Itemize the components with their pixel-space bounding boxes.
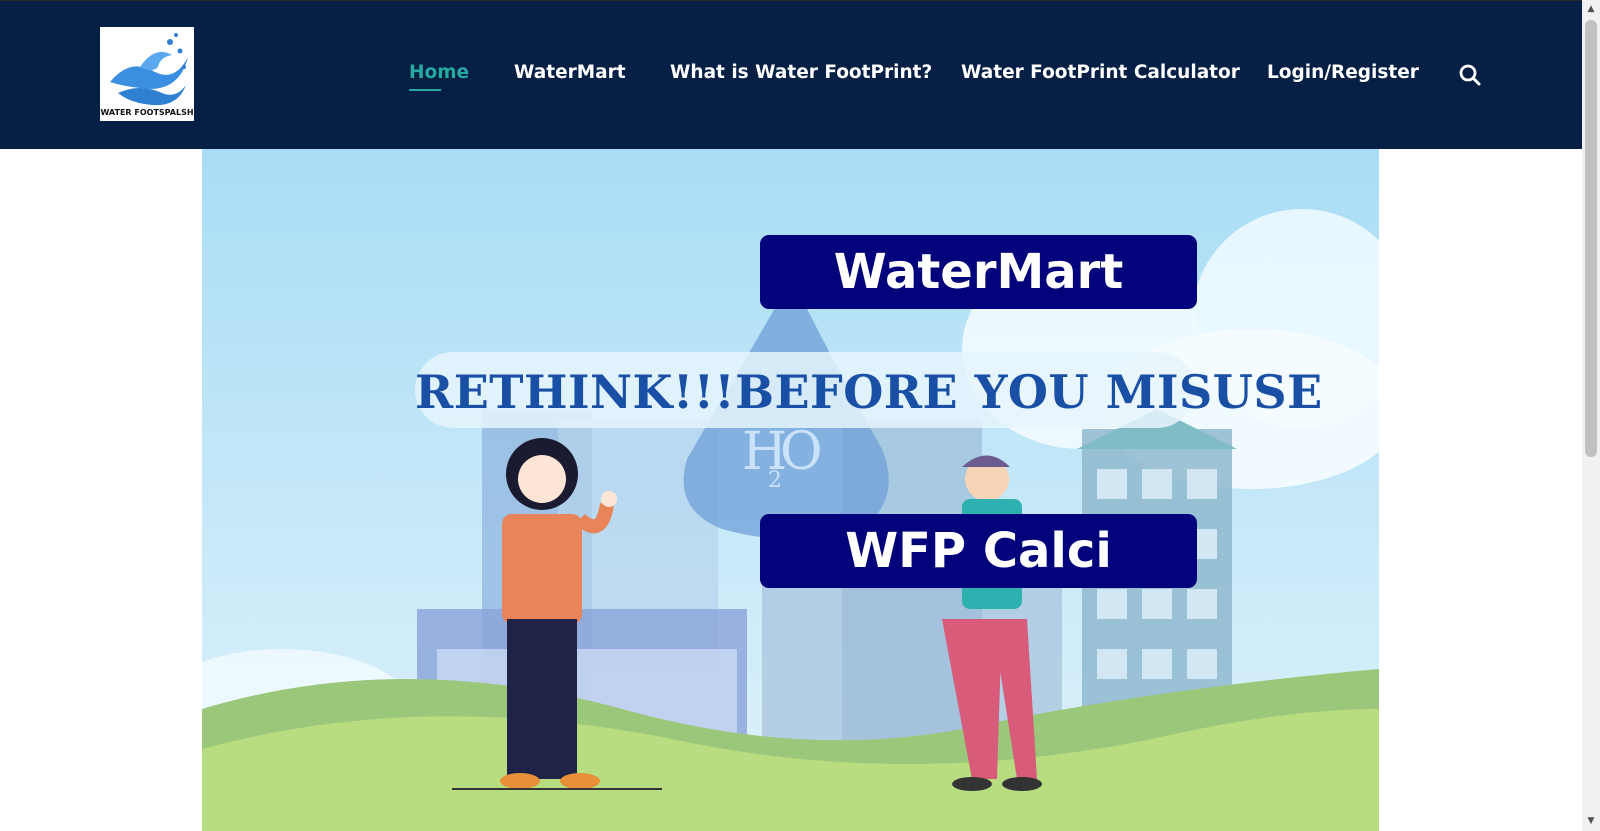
nav-watermart[interactable]: WaterMart: [514, 61, 626, 85]
nav-home[interactable]: Home: [409, 61, 469, 85]
wfp-calci-button[interactable]: WFP Calci: [760, 514, 1197, 588]
hero-tagline: RETHINK!!!BEFORE YOU MISUSE: [415, 365, 1323, 419]
watermart-button[interactable]: WaterMart: [760, 235, 1197, 309]
nav-login-register[interactable]: Login/Register: [1267, 61, 1419, 85]
hero-banner: H 2 O RETHINK!!!BEFORE YOU MISUSE WaterM…: [202, 149, 1379, 831]
search-icon: [1459, 64, 1481, 86]
scroll-up-arrow-icon[interactable]: ▲: [1586, 4, 1596, 14]
search-button[interactable]: [1458, 63, 1482, 87]
nav-water-footprint-calculator[interactable]: Water FootPrint Calculator: [961, 61, 1240, 85]
scroll-down-arrow-icon[interactable]: ▼: [1586, 816, 1596, 826]
scroll-thumb[interactable]: [1585, 20, 1597, 457]
site-logo[interactable]: WATER FOOTSPALSH: [100, 27, 194, 121]
active-underline: [409, 89, 441, 91]
top-navbar: WATER FOOTSPALSH Home WaterMart What is …: [0, 0, 1582, 149]
svg-text:O: O: [780, 422, 823, 482]
logo-text: WATER FOOTSPALSH: [100, 108, 194, 117]
vertical-scrollbar[interactable]: ▲ ▼: [1582, 0, 1600, 831]
nav-what-is-water-footprint[interactable]: What is Water FootPrint?: [670, 61, 932, 85]
water-splash-logo-icon: [110, 33, 188, 106]
